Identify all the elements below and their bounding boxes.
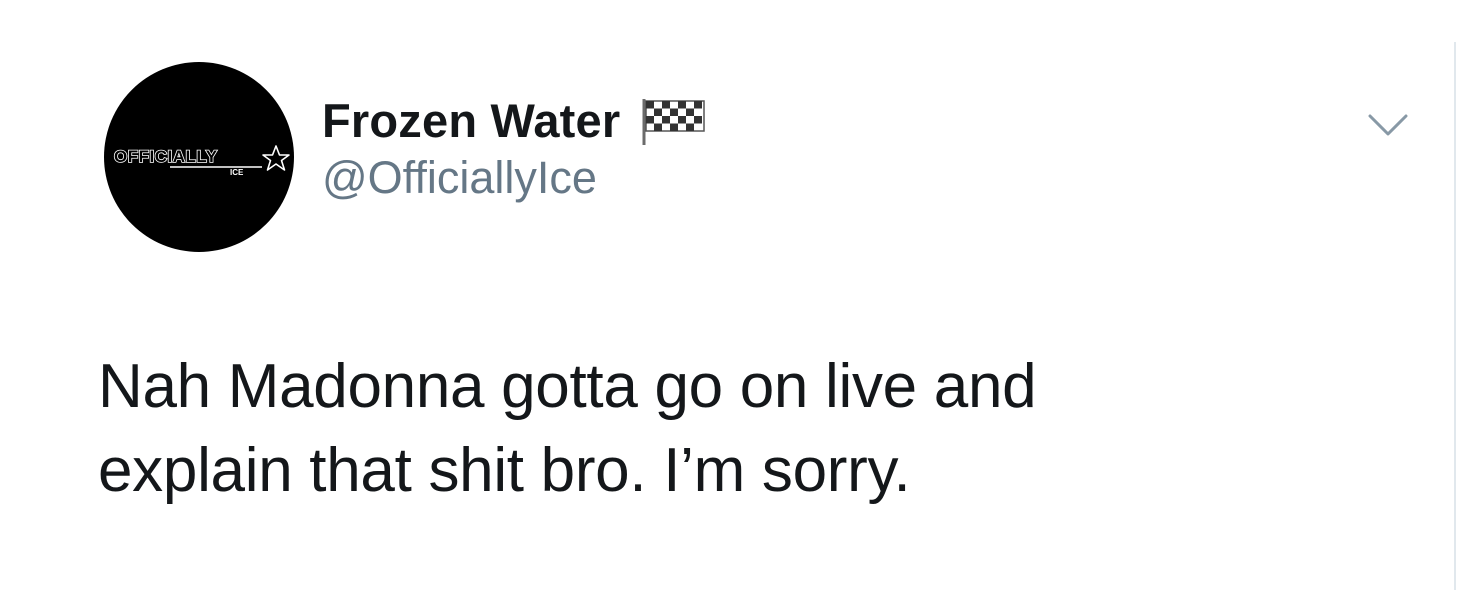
tweet-text-line: explain that shit bro. I’m sorry. <box>98 436 911 505</box>
tweet-text: Nah Madonna gotta go on live and explain… <box>98 345 1358 513</box>
chequered-flag-icon <box>642 99 706 145</box>
avatar[interactable]: OFFICIALLY ICE <box>104 62 294 252</box>
divider <box>1454 42 1456 590</box>
name-row: Frozen Water <box>322 90 708 150</box>
tweet-card[interactable]: OFFICIALLY ICE Frozen Water @OfficiallyI… <box>0 0 1458 603</box>
display-name[interactable]: Frozen Water <box>322 93 620 148</box>
user-handle[interactable]: @OfficiallyIce <box>322 152 708 204</box>
chevron-down-icon[interactable] <box>1366 110 1410 140</box>
tweet-header: Frozen Water @OfficiallyIce <box>322 90 708 204</box>
svg-text:OFFICIALLY: OFFICIALLY <box>114 147 218 166</box>
officially-ice-logo: OFFICIALLY ICE <box>113 145 290 177</box>
svg-text:ICE: ICE <box>230 168 244 177</box>
tweet-text-line: Nah Madonna gotta go on live and <box>98 352 1037 421</box>
